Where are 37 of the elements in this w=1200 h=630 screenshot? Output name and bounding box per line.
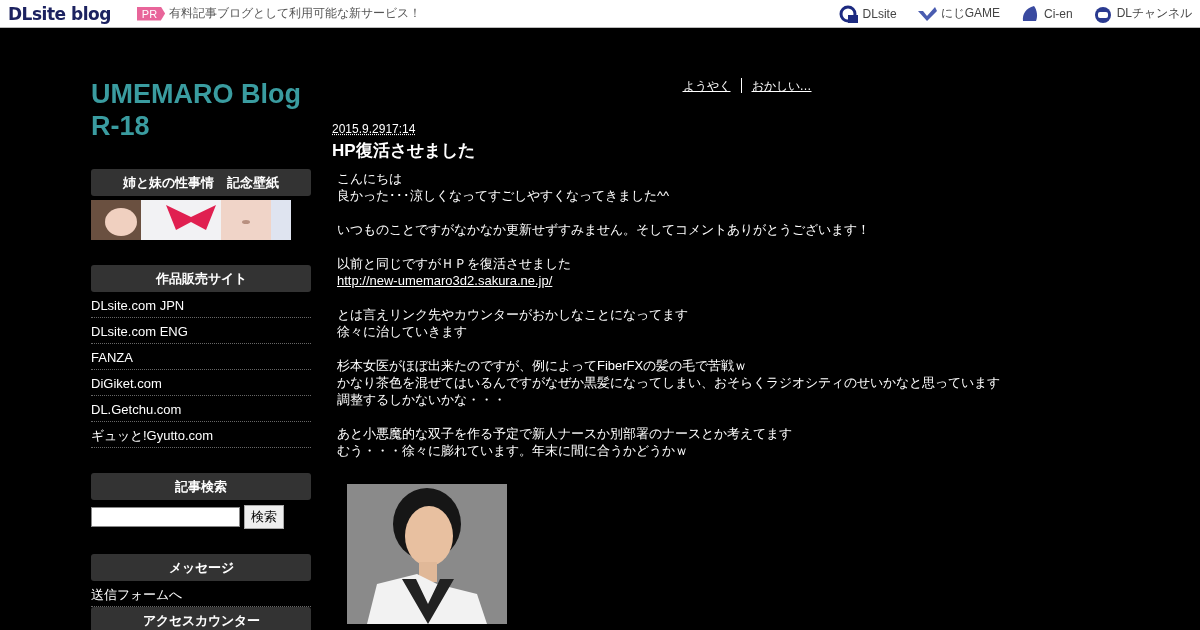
sidebar-link[interactable]: DLsite.com JPN bbox=[91, 292, 311, 318]
sidebar-heading: 姉と妹の性事情 記念壁紙 bbox=[91, 169, 311, 196]
sidebar-heading: アクセスカウンター bbox=[91, 607, 311, 630]
post-text: 杉本女医がほぼ出来たのですが、例によってFiberFXの髪の毛で苦戦ｗ bbox=[337, 357, 749, 374]
pr-badge: PR bbox=[136, 6, 166, 21]
post-text: 徐々に治していきます bbox=[337, 323, 468, 340]
post-text: あと小悪魔的な双子を作る予定で新人ナースか別部署のナースとか考えてます bbox=[337, 425, 793, 442]
sidebar-link[interactable]: ギュッと!Gyutto.com bbox=[91, 422, 311, 448]
service-link[interactable]: DLsite bbox=[862, 6, 897, 21]
post-text: 良かった･･･涼しくなってすごしやすくなってきました^^ bbox=[337, 187, 671, 204]
search-button[interactable]: 検索 bbox=[244, 505, 284, 529]
service-link[interactable]: にじGAME bbox=[940, 5, 1000, 22]
sidebar-link[interactable]: DLsite.com ENG bbox=[91, 318, 311, 344]
site-logo[interactable]: DLsite blog bbox=[8, 3, 111, 24]
post-link[interactable]: http://new-umemaro3d2.sakura.ne.jp/ bbox=[337, 273, 553, 288]
post-text: 調整するしかないかな・・・ bbox=[337, 391, 507, 408]
service-link[interactable]: DLチャンネル bbox=[1116, 5, 1192, 22]
post-text: こんにちは bbox=[337, 170, 403, 187]
sidebar-heading: 作品販売サイト bbox=[91, 265, 311, 292]
sidebar-link[interactable]: DL.Getchu.com bbox=[91, 396, 311, 422]
pr-text[interactable]: 有料記事ブログとして利用可能な新サービス！ bbox=[169, 5, 422, 22]
post-text: いつものことですがなかなか更新せずすみません。そしてコメントありがとうございます！ bbox=[337, 221, 871, 238]
search-field[interactable] bbox=[91, 507, 240, 527]
post-text: とは言えリンク先やカウンターがおかしなことになってます bbox=[337, 306, 689, 323]
sidebar-link[interactable]: FANZA bbox=[91, 344, 311, 370]
sidebar-heading: 記事検索 bbox=[91, 473, 311, 500]
sidebar-link[interactable]: DiGiket.com bbox=[91, 370, 311, 396]
post-text: 以前と同じですがＨＰを復活させました bbox=[337, 255, 572, 272]
sidebar-heading: メッセージ bbox=[91, 554, 311, 581]
post-title: HP復活させました bbox=[332, 140, 476, 162]
post-text: かなり茶色を混ぜてはいるんですがなぜか黒髪になってしまい、おそらくラジオシティのせいかなと思っています bbox=[337, 374, 1001, 391]
previous-post-link[interactable]: ようやく bbox=[682, 78, 731, 95]
service-link[interactable]: Ci-en bbox=[1043, 6, 1073, 21]
post-date: 2015.9.2917:14 bbox=[332, 122, 416, 136]
post-text: むう・・・徐々に膨れています。年末に間に合うかどうかｗ bbox=[337, 442, 689, 459]
blog-title[interactable]: UMEMARO Blog R-18 bbox=[91, 78, 311, 142]
next-post-link[interactable]: おかしい… bbox=[751, 78, 812, 95]
